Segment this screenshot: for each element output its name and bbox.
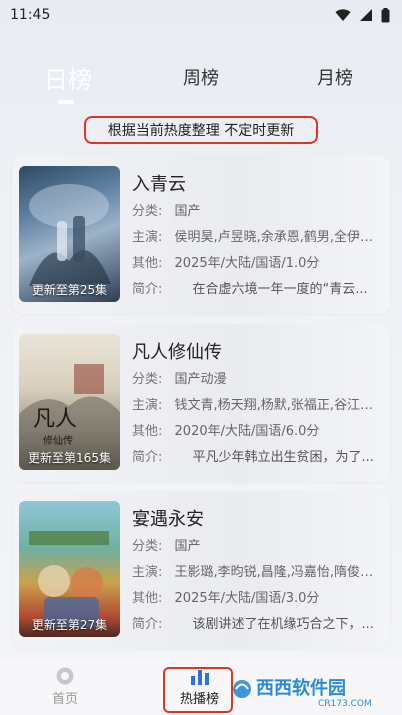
cast-label: 主演: <box>132 565 163 580</box>
other-row: 其他: 2020年/大陆/国语/6.0分 <box>132 420 382 439</box>
status-icons <box>335 7 390 23</box>
battery-icon <box>381 7 390 22</box>
cast-row: 主演: 侯明昊,卢昱晓,余承恩,鹤男,全伊伦,... <box>132 226 382 245</box>
other-value: 2025年/大陆/国语/1.0分 <box>174 256 320 271</box>
poster-caption: 更新至第27集 <box>31 618 108 632</box>
poster-image[interactable]: 凡人 修仙传 更新至第165集 <box>19 334 120 470</box>
cast-row: 主演: 王影璐,李昀锐,昌隆,冯嘉怡,隋俊波,... <box>132 561 382 580</box>
nav-home[interactable]: 首页 <box>52 666 78 707</box>
intro-label: 简介: <box>132 450 163 465</box>
svg-text:西西软件园: 西西软件园 <box>256 677 346 699</box>
other-row: 其他: 2025年/大陆/国语/1.0分 <box>132 252 382 271</box>
category-label: 分类: <box>132 539 163 554</box>
show-card[interactable]: 更新至第27集 宴遇永安 分类: 国产 主演: 王影璐,李昀锐,昌隆,冯嘉怡,隋… <box>12 491 390 649</box>
poster-image[interactable]: 更新至第27集 <box>19 501 120 637</box>
category-value: 国产动漫 <box>174 372 227 387</box>
cast-label: 主演: <box>132 398 163 413</box>
other-value: 2020年/大陆/国语/6.0分 <box>174 424 320 439</box>
home-icon <box>56 667 74 685</box>
highlight-box <box>163 667 233 713</box>
show-card[interactable]: 更新至第25集 入青云 分类: 国产 主演: 侯明昊,卢昱晓,余承恩,鹤男,全伊… <box>12 156 390 314</box>
ranking-tabs: 日榜 周榜 月榜 <box>0 64 402 104</box>
intro-value: 平凡少年韩立出生贫困，为了... <box>192 450 374 465</box>
poster-caption: 更新至第165集 <box>28 451 111 465</box>
show-title[interactable]: 凡人修仙传 <box>132 338 222 364</box>
cast-value: 侯明昊,卢昱晓,余承恩,鹤男,全伊伦,... <box>174 230 382 245</box>
other-label: 其他: <box>132 591 163 606</box>
category-value: 国产 <box>174 539 201 554</box>
show-card[interactable]: 凡人 修仙传 更新至第165集 凡人修仙传 分类: 国产动漫 主演: 钱文青,杨… <box>12 324 390 482</box>
intro-row: 简介: 在合虚六境一年一度的“青云... <box>132 278 382 297</box>
update-notice: 根据当前热度整理 不定时更新 <box>84 116 318 144</box>
cast-row: 主演: 钱文青,杨天翔,杨默,张福正,谷江山,... <box>132 394 382 413</box>
cast-value: 钱文青,杨天翔,杨默,张福正,谷江山,... <box>174 398 382 413</box>
poster-caption: 更新至第25集 <box>31 283 108 297</box>
poster-image[interactable]: 更新至第25集 <box>19 166 120 302</box>
wifi-icon <box>335 9 351 21</box>
other-label: 其他: <box>132 424 163 439</box>
svg-text:CR173.COM: CR173.COM <box>318 699 372 709</box>
tab-indicator <box>58 100 74 104</box>
show-title[interactable]: 宴遇永安 <box>132 505 204 531</box>
status-time: 11:45 <box>10 7 51 23</box>
watermark-logo: 西西软件园 CR173.COM <box>232 668 382 710</box>
tab-monthly[interactable]: 月榜 <box>317 64 353 90</box>
intro-label: 简介: <box>132 617 163 632</box>
intro-row: 简介: 平凡少年韩立出生贫困，为了... <box>132 446 382 465</box>
intro-value: 该剧讲述了在机缘巧合之下，... <box>192 617 374 632</box>
signal-icon <box>360 9 372 21</box>
status-bar: 11:45 <box>0 0 402 30</box>
nav-home-label: 首页 <box>52 692 79 707</box>
svg-text:修仙传: 修仙传 <box>43 434 73 447</box>
category-value: 国产 <box>174 204 201 219</box>
svg-text:凡人: 凡人 <box>33 407 77 432</box>
other-value: 2025年/大陆/国语/3.0分 <box>174 591 320 606</box>
tab-daily[interactable]: 日榜 <box>44 60 92 95</box>
intro-label: 简介: <box>132 282 163 297</box>
cast-value: 王影璐,李昀锐,昌隆,冯嘉怡,隋俊波,... <box>174 565 382 580</box>
category-label: 分类: <box>132 204 163 219</box>
other-label: 其他: <box>132 256 163 271</box>
category-row: 分类: 国产 <box>132 200 382 219</box>
category-label: 分类: <box>132 372 163 387</box>
category-row: 分类: 国产 <box>132 535 382 554</box>
other-row: 其他: 2025年/大陆/国语/3.0分 <box>132 587 382 606</box>
category-row: 分类: 国产动漫 <box>132 368 382 387</box>
intro-row: 简介: 该剧讲述了在机缘巧合之下，... <box>132 613 382 632</box>
show-title[interactable]: 入青云 <box>132 170 186 196</box>
intro-value: 在合虚六境一年一度的“青云... <box>192 282 368 297</box>
tab-weekly[interactable]: 周榜 <box>183 64 219 90</box>
cast-label: 主演: <box>132 230 163 245</box>
